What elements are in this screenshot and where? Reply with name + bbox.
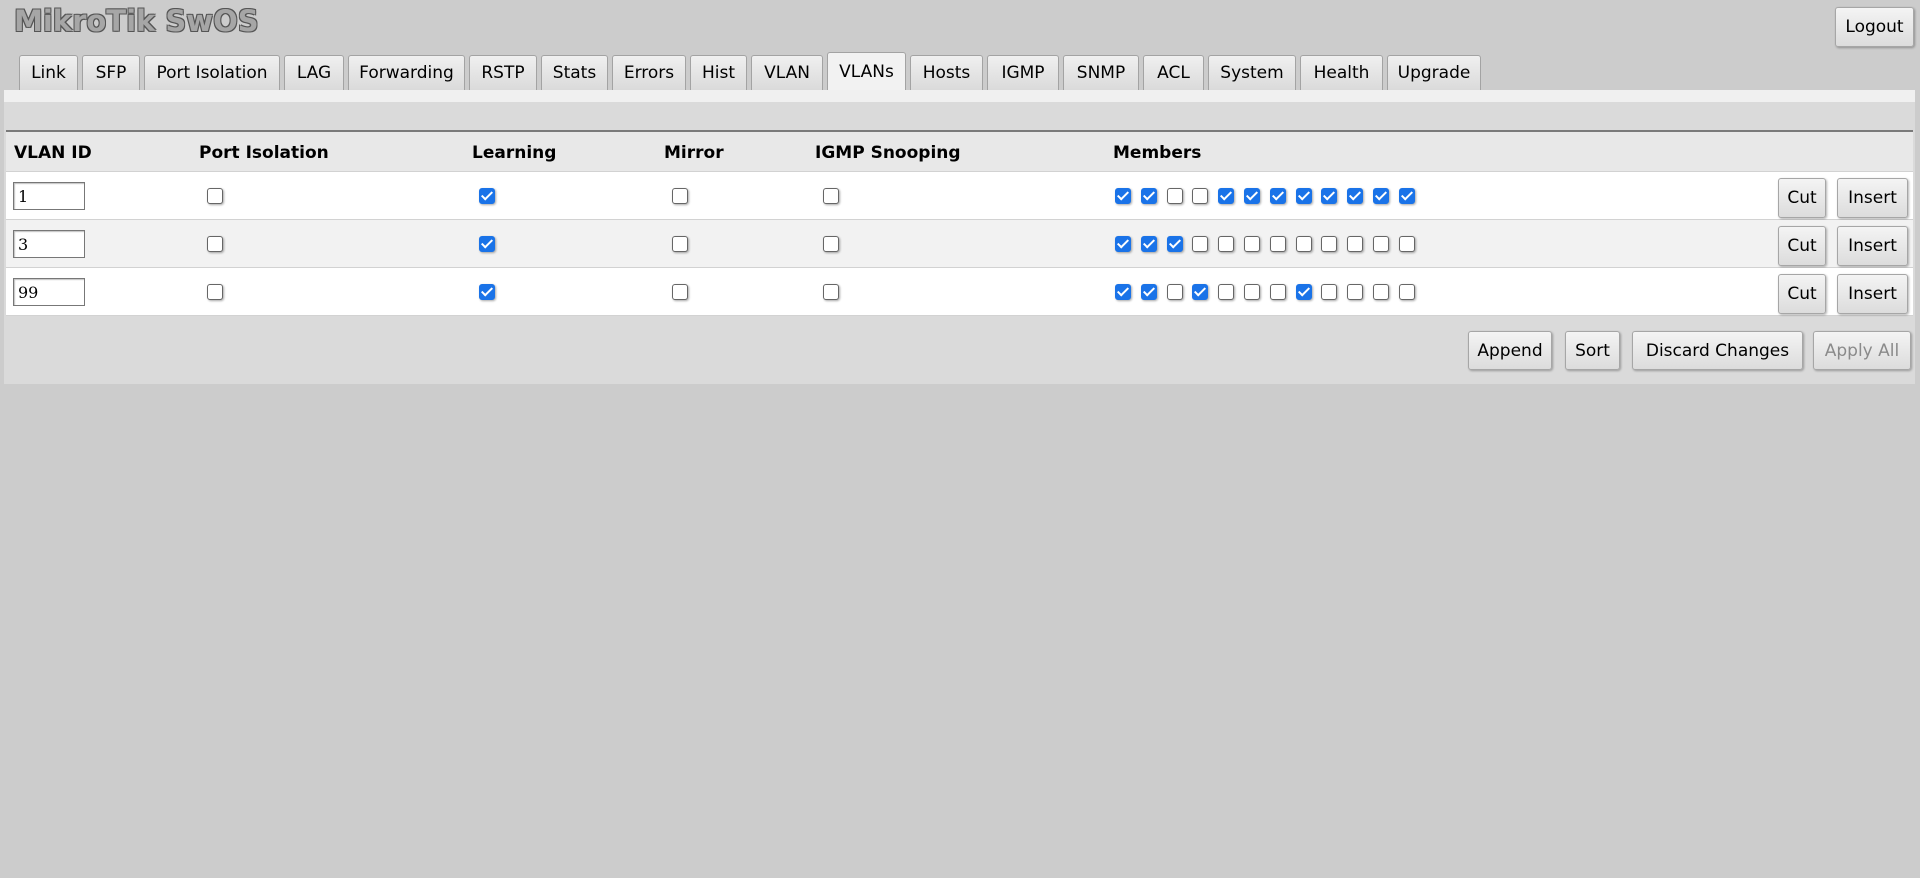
member-port-5-checkbox[interactable] <box>1218 284 1234 300</box>
cut-button[interactable]: Cut <box>1778 226 1826 266</box>
panel-header-strip <box>4 90 1915 102</box>
member-port-8-checkbox[interactable] <box>1296 188 1312 204</box>
member-port-3-checkbox[interactable] <box>1167 236 1183 252</box>
member-port-9-checkbox[interactable] <box>1321 188 1337 204</box>
header-vlan-id: VLAN ID <box>14 143 92 163</box>
insert-button[interactable]: Insert <box>1837 178 1908 218</box>
member-port-10-checkbox[interactable] <box>1347 188 1363 204</box>
tab-snmp[interactable]: SNMP <box>1063 55 1139 90</box>
table-row: Cut Insert <box>6 220 1913 268</box>
discard-changes-button[interactable]: Discard Changes <box>1632 331 1803 370</box>
port-isolation-checkbox[interactable] <box>207 188 223 204</box>
member-port-12-checkbox[interactable] <box>1399 284 1415 300</box>
igmp-snooping-checkbox[interactable] <box>823 188 839 204</box>
igmp-snooping-checkbox[interactable] <box>823 284 839 300</box>
member-port-11-checkbox[interactable] <box>1373 188 1389 204</box>
vlans-panel: VLAN ID Port Isolation Learning Mirror I… <box>4 90 1915 384</box>
member-port-4-checkbox[interactable] <box>1192 188 1208 204</box>
header-igmp-snooping: IGMP Snooping <box>815 143 961 163</box>
port-isolation-checkbox[interactable] <box>207 284 223 300</box>
member-port-11-checkbox[interactable] <box>1373 284 1389 300</box>
app-title: MikroTik SwOS <box>14 4 259 38</box>
member-port-2-checkbox[interactable] <box>1141 236 1157 252</box>
member-port-9-checkbox[interactable] <box>1321 284 1337 300</box>
member-port-6-checkbox[interactable] <box>1244 236 1260 252</box>
append-button[interactable]: Append <box>1468 331 1552 370</box>
member-port-2-checkbox[interactable] <box>1141 188 1157 204</box>
tab-lag[interactable]: LAG <box>284 55 344 90</box>
tab-errors[interactable]: Errors <box>612 55 686 90</box>
member-port-10-checkbox[interactable] <box>1347 236 1363 252</box>
member-port-7-checkbox[interactable] <box>1270 284 1286 300</box>
port-isolation-checkbox[interactable] <box>207 236 223 252</box>
tab-vlans[interactable]: VLANs <box>827 52 906 90</box>
tab-upgrade[interactable]: Upgrade <box>1387 55 1481 90</box>
learning-checkbox[interactable] <box>479 188 495 204</box>
member-port-3-checkbox[interactable] <box>1167 284 1183 300</box>
table-header-row: VLAN ID Port Isolation Learning Mirror I… <box>6 132 1913 172</box>
cut-button[interactable]: Cut <box>1778 178 1826 218</box>
member-port-6-checkbox[interactable] <box>1244 188 1260 204</box>
member-port-12-checkbox[interactable] <box>1399 236 1415 252</box>
member-port-4-checkbox[interactable] <box>1192 236 1208 252</box>
tab-hosts[interactable]: Hosts <box>910 55 983 90</box>
member-port-1-checkbox[interactable] <box>1115 236 1131 252</box>
igmp-snooping-checkbox[interactable] <box>823 236 839 252</box>
tab-system[interactable]: System <box>1208 55 1296 90</box>
member-port-9-checkbox[interactable] <box>1321 236 1337 252</box>
member-port-5-checkbox[interactable] <box>1218 236 1234 252</box>
member-port-10-checkbox[interactable] <box>1347 284 1363 300</box>
learning-checkbox[interactable] <box>479 284 495 300</box>
tab-health[interactable]: Health <box>1300 55 1383 90</box>
learning-checkbox[interactable] <box>479 236 495 252</box>
member-port-11-checkbox[interactable] <box>1373 236 1389 252</box>
vlans-table: VLAN ID Port Isolation Learning Mirror I… <box>6 130 1913 316</box>
header-members: Members <box>1113 143 1202 163</box>
tab-igmp[interactable]: IGMP <box>987 55 1059 90</box>
mirror-checkbox[interactable] <box>672 284 688 300</box>
table-row: Cut Insert <box>6 268 1913 316</box>
table-row: Cut Insert <box>6 172 1913 220</box>
tab-vlan[interactable]: VLAN <box>751 55 823 90</box>
member-port-1-checkbox[interactable] <box>1115 188 1131 204</box>
mirror-checkbox[interactable] <box>672 236 688 252</box>
tab-stats[interactable]: Stats <box>541 55 608 90</box>
member-port-5-checkbox[interactable] <box>1218 188 1234 204</box>
insert-button[interactable]: Insert <box>1837 274 1908 314</box>
header-port-isolation: Port Isolation <box>199 143 329 163</box>
tab-forwarding[interactable]: Forwarding <box>348 55 465 90</box>
tab-link[interactable]: Link <box>19 55 78 90</box>
member-port-7-checkbox[interactable] <box>1270 188 1286 204</box>
cut-button[interactable]: Cut <box>1778 274 1826 314</box>
mirror-checkbox[interactable] <box>672 188 688 204</box>
apply-all-button[interactable]: Apply All <box>1813 331 1911 370</box>
member-port-8-checkbox[interactable] <box>1296 236 1312 252</box>
member-port-2-checkbox[interactable] <box>1141 284 1157 300</box>
sort-button[interactable]: Sort <box>1565 331 1620 370</box>
member-port-4-checkbox[interactable] <box>1192 284 1208 300</box>
member-port-7-checkbox[interactable] <box>1270 236 1286 252</box>
member-port-3-checkbox[interactable] <box>1167 188 1183 204</box>
logout-button[interactable]: Logout <box>1835 7 1914 47</box>
header-learning: Learning <box>472 143 557 163</box>
insert-button[interactable]: Insert <box>1837 226 1908 266</box>
vlan-id-input[interactable] <box>13 230 85 258</box>
vlan-id-input[interactable] <box>13 278 85 306</box>
tab-acl[interactable]: ACL <box>1143 55 1204 90</box>
member-port-1-checkbox[interactable] <box>1115 284 1131 300</box>
tab-sfp[interactable]: SFP <box>82 55 140 90</box>
tab-rstp[interactable]: RSTP <box>469 55 537 90</box>
header-mirror: Mirror <box>664 143 724 163</box>
tab-hist[interactable]: Hist <box>690 55 747 90</box>
member-port-6-checkbox[interactable] <box>1244 284 1260 300</box>
member-port-12-checkbox[interactable] <box>1399 188 1415 204</box>
tab-port-isolation[interactable]: Port Isolation <box>144 55 280 90</box>
vlan-id-input[interactable] <box>13 182 85 210</box>
member-port-8-checkbox[interactable] <box>1296 284 1312 300</box>
